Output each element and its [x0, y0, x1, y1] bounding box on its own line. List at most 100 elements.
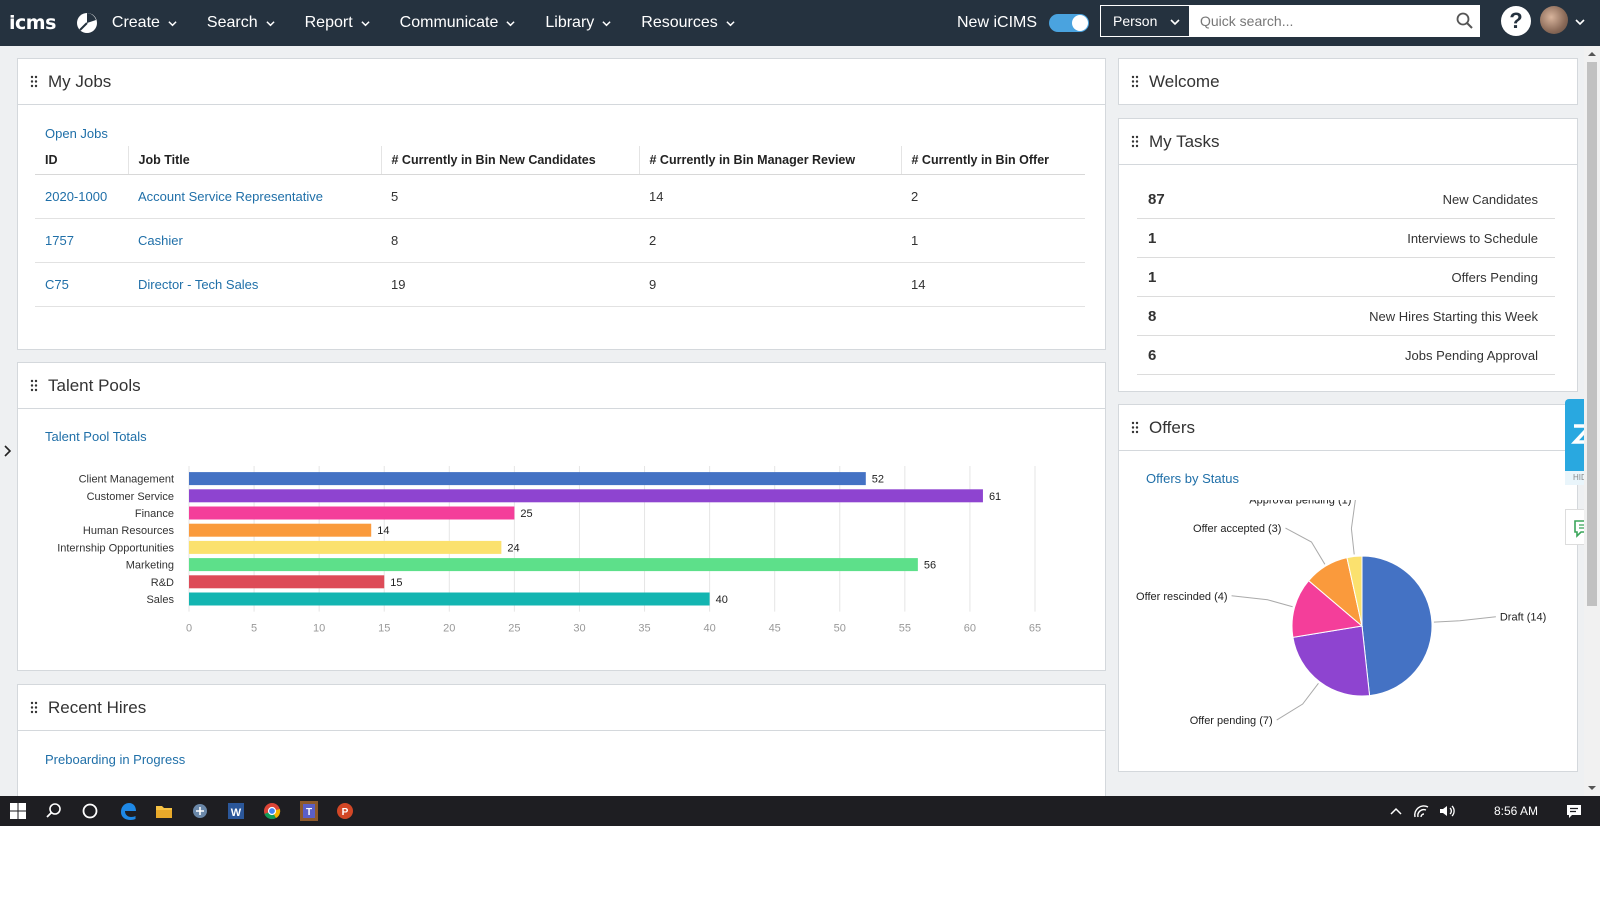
slice-label: Offer pending (7) — [1190, 715, 1273, 727]
nav-report[interactable]: Report — [305, 14, 370, 32]
column-header[interactable]: Job Title — [128, 146, 382, 175]
nav-communicate[interactable]: Communicate — [400, 14, 516, 32]
data-label: 24 — [507, 542, 519, 554]
top-nav: icms Create Search Report Communicate Li… — [0, 0, 1600, 46]
leader-line — [1285, 527, 1326, 565]
panel-title: My Tasks — [1149, 131, 1220, 151]
help-icon[interactable]: ? — [1501, 6, 1531, 36]
leader-line — [1276, 683, 1319, 721]
drag-handle-icon[interactable] — [30, 379, 38, 392]
offer-count: 1 — [901, 218, 1085, 263]
manager-review-count: 2 — [639, 218, 901, 263]
task-row[interactable]: 6 Jobs Pending Approval — [1137, 337, 1555, 375]
taskbar-clock[interactable]: 8:56 AM — [1494, 804, 1538, 818]
task-label: New Candidates — [1442, 192, 1538, 207]
dashboard-icon[interactable] — [76, 12, 98, 34]
chevron-up-icon[interactable] — [1385, 800, 1407, 822]
drag-handle-icon[interactable] — [30, 701, 38, 714]
quick-search-input[interactable] — [1190, 5, 1480, 37]
windows-start-icon[interactable] — [7, 800, 29, 822]
my-tasks-panel: My Tasks 87 New Candidates 1 Interviews to… — [1118, 118, 1578, 392]
nav-label: Library — [545, 14, 595, 31]
volume-icon[interactable] — [1436, 800, 1458, 822]
task-count: 8 — [1148, 308, 1157, 325]
windows-taskbar: W T P 8:56 AM — [0, 796, 1600, 826]
category-label: Human Resources — [83, 525, 175, 537]
drag-handle-icon[interactable] — [1131, 75, 1139, 88]
powerpoint-icon[interactable]: P — [334, 800, 356, 822]
drag-handle-icon[interactable] — [1131, 135, 1139, 148]
chevron-down-icon — [726, 20, 735, 26]
preboarding-link[interactable]: Preboarding in Progress — [45, 752, 185, 767]
column-header[interactable]: ID — [35, 146, 129, 175]
task-row[interactable]: 8 New Hires Starting this Week — [1137, 298, 1555, 336]
job-title-link[interactable]: Account Service Representative — [128, 174, 381, 219]
drag-handle-icon[interactable] — [30, 75, 38, 88]
x-tick-label: 50 — [834, 623, 846, 635]
task-row[interactable]: 1 Offers Pending — [1137, 259, 1555, 297]
jobs-table: ID Job Title # Currently in Bin New Cand… — [35, 146, 1085, 307]
job-id-link[interactable]: 2020-1000 — [35, 174, 128, 219]
chevron-down-icon — [168, 20, 177, 26]
job-title-link[interactable]: Director - Tech Sales — [128, 262, 381, 307]
nav-library[interactable]: Library — [545, 14, 611, 32]
bar — [189, 592, 710, 606]
job-id-link[interactable]: C75 — [35, 262, 128, 307]
data-label: 56 — [924, 560, 936, 572]
open-jobs-link[interactable]: Open Jobs — [45, 126, 108, 141]
chevron-down-icon[interactable] — [1575, 17, 1585, 27]
nav-resources[interactable]: Resources — [641, 14, 735, 32]
chevron-down-icon — [506, 20, 515, 26]
job-title-link[interactable]: Cashier — [128, 218, 381, 263]
bar — [189, 558, 918, 572]
nav-create[interactable]: Create — [112, 14, 177, 32]
task-row[interactable]: 1 Interviews to Schedule — [1137, 220, 1555, 258]
panel-header: My Tasks — [1119, 119, 1577, 165]
app-icon[interactable] — [189, 800, 211, 822]
x-tick-label: 65 — [1029, 623, 1041, 635]
search-icon[interactable] — [1456, 12, 1473, 29]
drag-handle-icon[interactable] — [1131, 421, 1139, 434]
avatar[interactable] — [1540, 6, 1568, 34]
data-label: 52 — [872, 474, 884, 486]
recent-hires-panel: Recent Hires Preboarding in Progress — [17, 684, 1106, 796]
x-tick-label: 40 — [703, 623, 715, 635]
category-label: R&D — [151, 577, 174, 589]
toggle-knob — [1072, 15, 1089, 31]
column-header[interactable]: # Currently in Bin New Candidates — [381, 146, 640, 175]
search-type-select[interactable]: Person — [1100, 5, 1190, 37]
expand-sidebar-icon[interactable] — [3, 444, 13, 458]
new-icims-toggle[interactable] — [1049, 14, 1090, 32]
nav-label: Create — [111, 14, 160, 31]
pie-slice — [1292, 625, 1371, 697]
teams-icon[interactable]: T — [298, 800, 320, 822]
svg-text:P: P — [342, 807, 349, 818]
new-candidates-count: 5 — [381, 174, 639, 219]
leader-line — [1231, 595, 1293, 608]
scroll-up-icon[interactable] — [1588, 50, 1596, 58]
column-header[interactable]: # Currently in Bin Offer — [901, 146, 1085, 175]
slice-label: Draft (14) — [1500, 612, 1546, 624]
nav-label: Report — [304, 14, 353, 31]
job-id-link[interactable]: 1757 — [35, 218, 128, 263]
x-tick-label: 35 — [638, 623, 650, 635]
cortana-icon[interactable] — [79, 800, 101, 822]
offers-by-status-link[interactable]: Offers by Status — [1146, 471, 1239, 486]
task-row[interactable]: 87 New Candidates — [1137, 181, 1555, 219]
notifications-icon[interactable] — [1563, 800, 1585, 822]
network-icon[interactable] — [1411, 800, 1433, 822]
scrollbar-thumb[interactable] — [1587, 62, 1597, 606]
scroll-down-icon[interactable] — [1588, 784, 1596, 792]
edge-icon[interactable] — [117, 800, 139, 822]
column-header[interactable]: # Currently in Bin Manager Review — [639, 146, 902, 175]
talent-pool-totals-link[interactable]: Talent Pool Totals — [45, 429, 147, 444]
file-explorer-icon[interactable] — [153, 800, 175, 822]
table-row: 2020-1000 Account Service Representative… — [35, 174, 1085, 219]
chrome-icon[interactable] — [261, 800, 283, 822]
search-icon[interactable] — [43, 800, 65, 822]
page-scrollbar[interactable] — [1584, 46, 1600, 796]
icims-logo[interactable]: icms — [9, 12, 56, 34]
word-icon[interactable]: W — [225, 800, 247, 822]
manager-review-count: 14 — [639, 174, 901, 219]
nav-search[interactable]: Search — [207, 14, 275, 32]
